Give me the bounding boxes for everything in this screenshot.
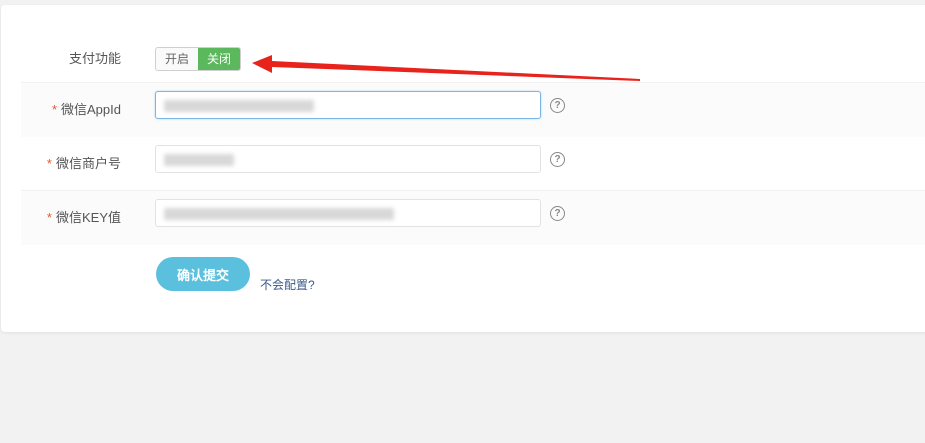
annotation-arrow-icon: [252, 55, 640, 81]
